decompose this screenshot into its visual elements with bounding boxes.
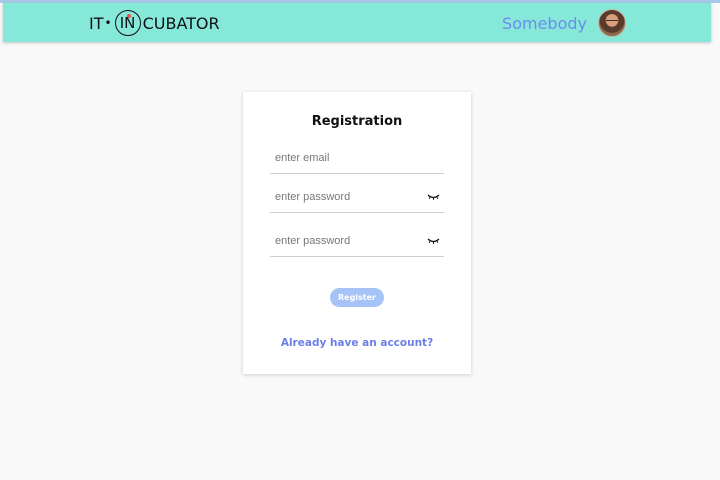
user-name[interactable]: Somebody xyxy=(502,14,587,33)
email-input[interactable] xyxy=(275,145,415,171)
logo-text-left: IT xyxy=(89,13,104,33)
user-profile[interactable]: Somebody xyxy=(502,9,626,37)
logo[interactable]: IT • IN CUBATOR xyxy=(89,9,220,37)
login-link[interactable]: Already have an account? xyxy=(243,337,471,349)
password-field xyxy=(270,184,444,213)
logo-text-right: CUBATOR xyxy=(142,13,220,33)
logo-separator: • xyxy=(104,16,112,30)
page-title: Registration xyxy=(311,114,403,129)
logo-dot-icon xyxy=(126,14,131,18)
logo-circle: IN xyxy=(114,10,141,36)
avatar[interactable] xyxy=(598,9,626,37)
app-header: IT • IN CUBATOR Somebody xyxy=(3,3,711,42)
confirm-password-input[interactable] xyxy=(275,228,415,254)
eye-closed-icon[interactable] xyxy=(427,237,440,245)
password-input[interactable] xyxy=(275,184,415,210)
eye-closed-icon[interactable] xyxy=(427,193,440,201)
email-field xyxy=(270,145,444,174)
register-button[interactable]: Register xyxy=(330,288,384,307)
registration-card: Registration Register Already have an ac… xyxy=(243,92,471,374)
confirm-password-field xyxy=(270,228,444,257)
